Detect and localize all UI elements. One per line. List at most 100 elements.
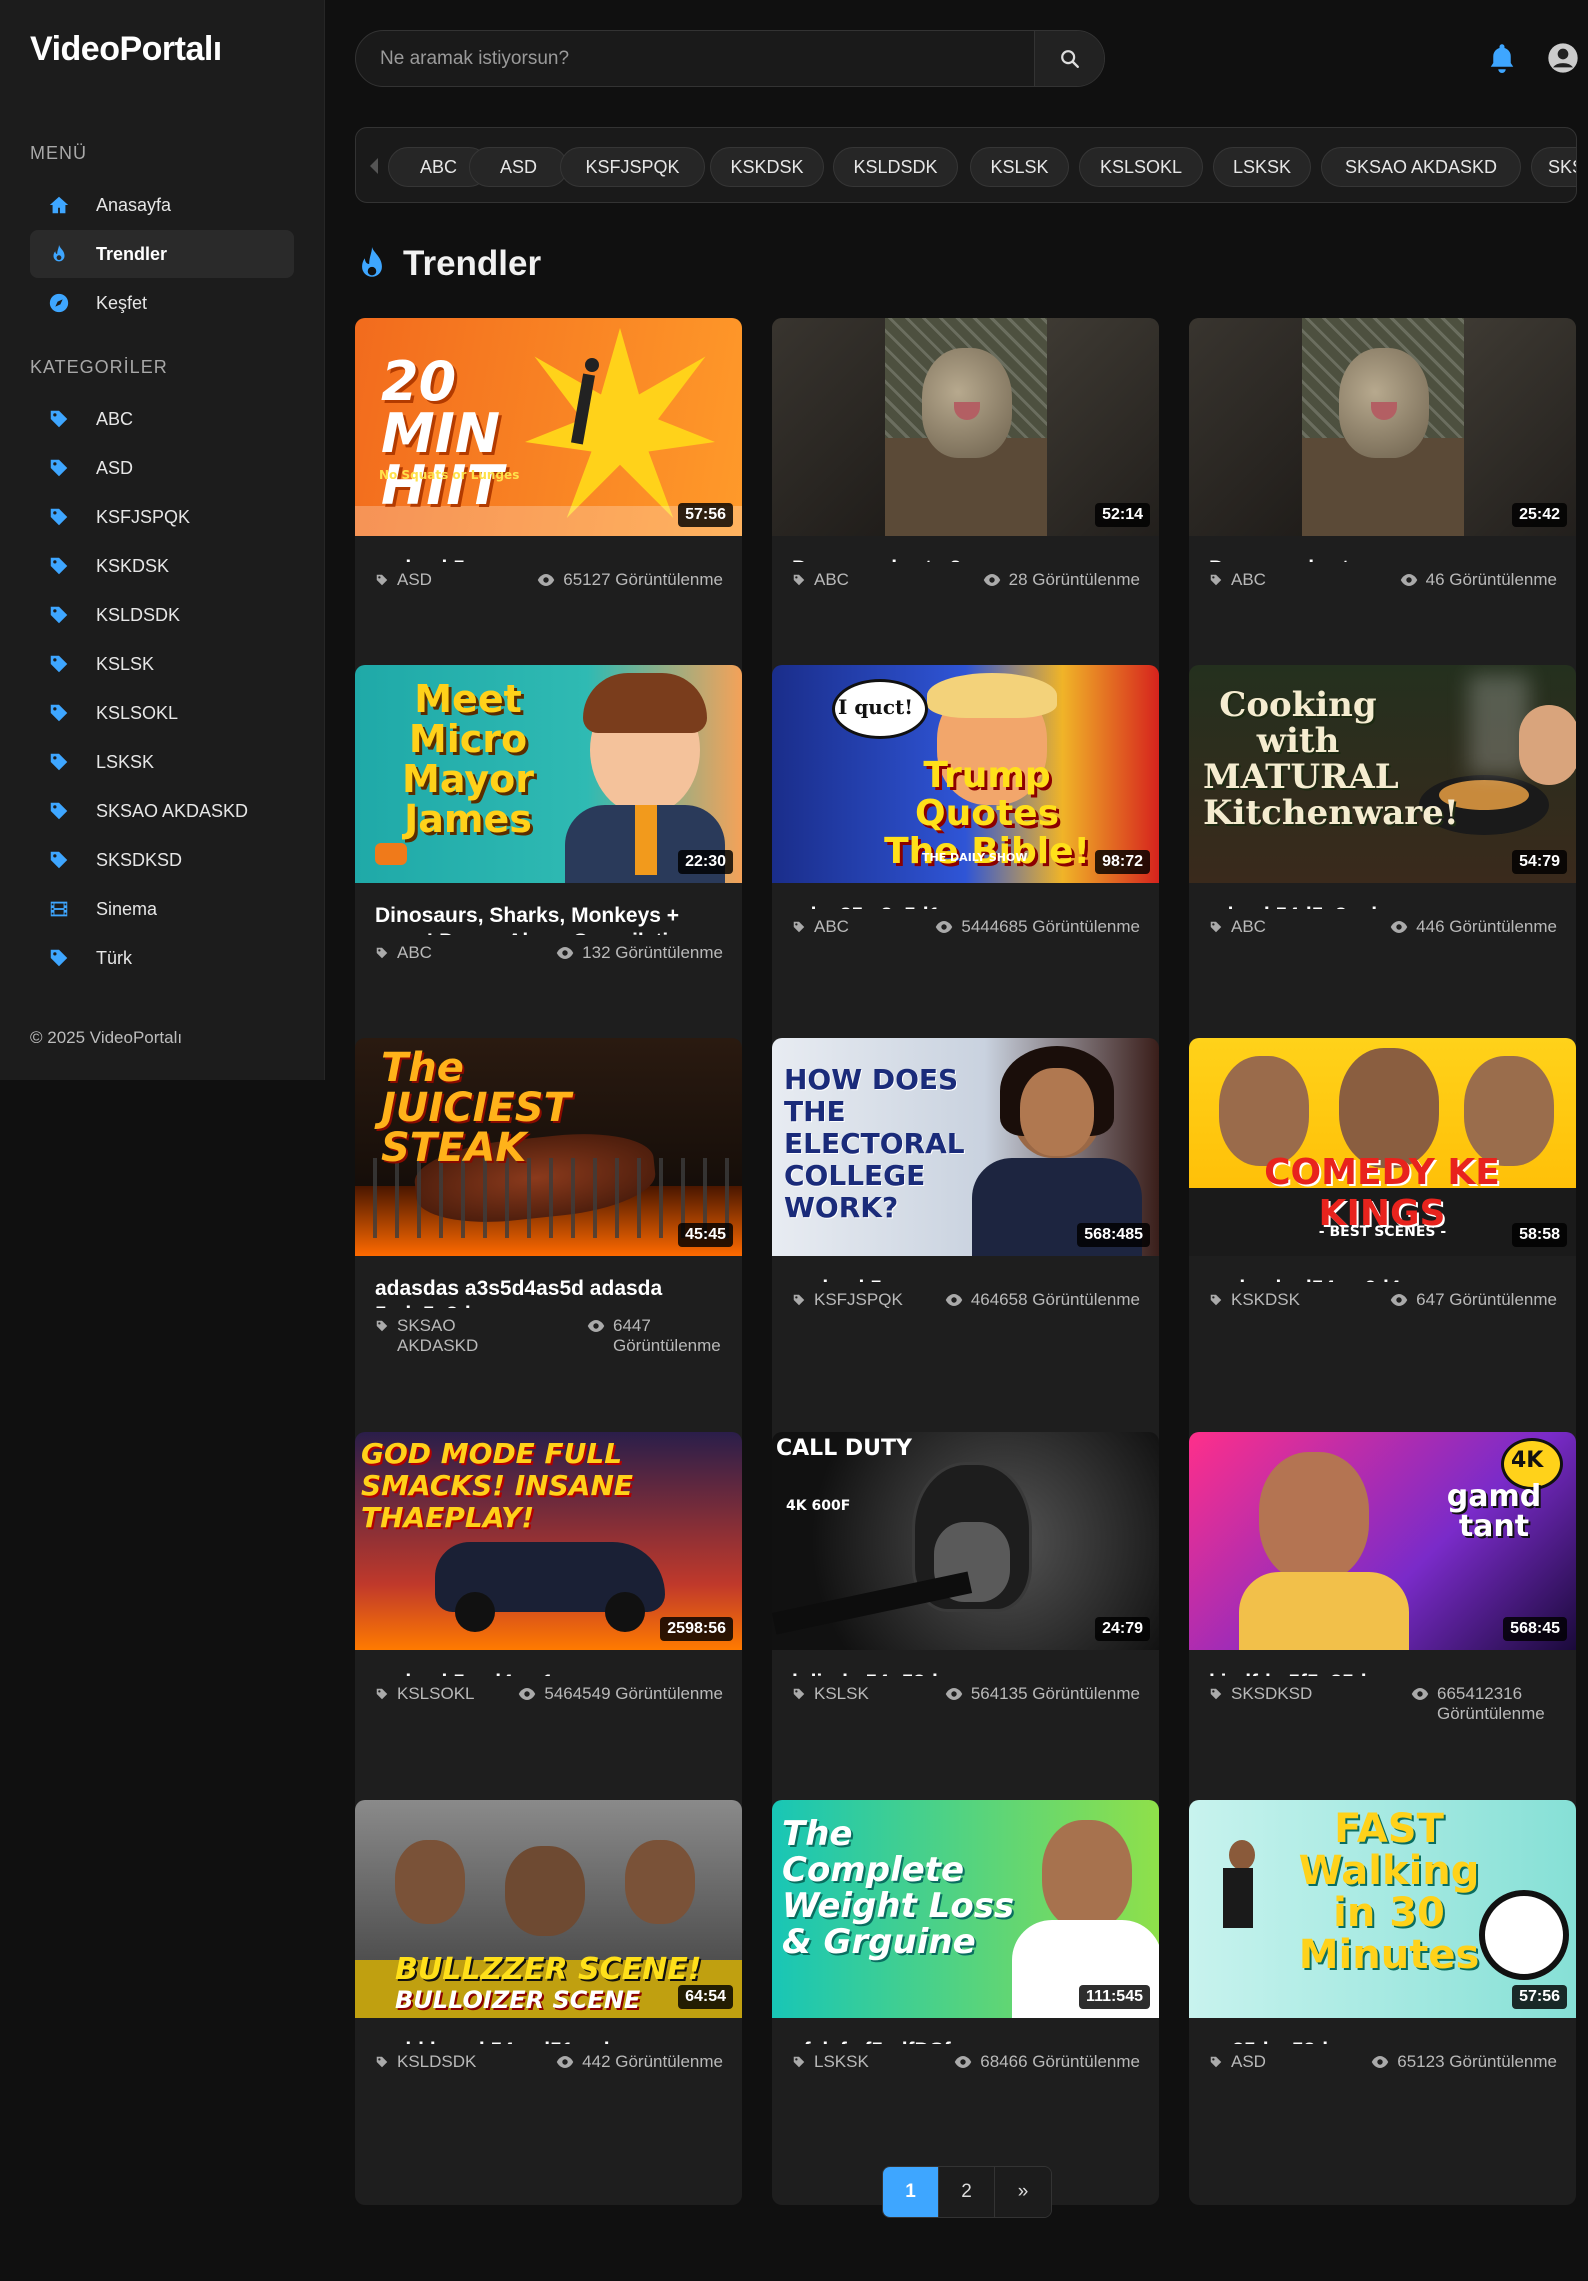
duration-badge: 568:45 — [1503, 1617, 1567, 1641]
video-thumbnail[interactable]: 20 MIN HIIT No Squats or Lunges 57:56 — [355, 318, 742, 536]
sidebar-item-anasayfa[interactable]: Anasayfa — [30, 181, 294, 229]
video-category[interactable]: ABC — [1209, 917, 1266, 937]
video-thumbnail[interactable]: The JUICIEST STEAK 45:45 — [355, 1038, 742, 1256]
sidebar-category-item[interactable]: KSKDSK — [30, 542, 294, 590]
categories-heading: KATEGORİLER — [30, 357, 168, 377]
user-avatar-icon[interactable] — [1547, 42, 1579, 74]
video-category[interactable]: KSLDSDK — [375, 2052, 476, 2072]
video-category[interactable]: LSKSK — [792, 2052, 869, 2072]
sidebar-item-trendler[interactable]: Trendler — [30, 230, 294, 278]
search-input[interactable] — [356, 31, 1034, 86]
video-thumbnail[interactable]: Cooking with MATURAL Kitchenware! 54:79 — [1189, 665, 1576, 883]
tag-icon — [50, 410, 68, 428]
video-category[interactable]: KSLSOKL — [375, 1684, 475, 1704]
brand-logo[interactable]: VideoPortalı — [30, 30, 222, 69]
sidebar-item-label: KSLSK — [96, 653, 155, 674]
video-category[interactable]: KSLSK — [792, 1684, 869, 1704]
sidebar-category-item[interactable]: KSFJSPQK — [30, 493, 294, 541]
thumbnail-text: FAST Walking in 30 Minutes — [1298, 1806, 1480, 1978]
video-card[interactable]: Meet Micro Mayor James 22:30 Dinosaurs, Sh… — [355, 665, 742, 1094]
video-thumbnail[interactable]: HOW DOES THE ELECTORAL COLLEGE WORK? 568:… — [772, 1038, 1159, 1256]
video-category[interactable]: ABC — [792, 570, 849, 590]
video-title[interactable]: Deneme shorts 2 — [772, 536, 1159, 562]
bell-icon[interactable] — [1487, 41, 1517, 75]
video-title[interactable]: as35das53d — [1189, 2018, 1576, 2044]
video-thumbnail[interactable]: The Complete Weight Loss & Grguine 111:54… — [772, 1800, 1159, 2018]
video-thumbnail[interactable]: 52:14 — [772, 318, 1159, 536]
video-title[interactable]: adasd 54d5a3s d — [1189, 883, 1576, 909]
sidebar-item-kesfet[interactable]: Keşfet — [30, 279, 294, 327]
video-title[interactable]: sfşlsf sf5sdfDSf — [772, 2018, 1159, 2044]
category-chip[interactable]: KSKDSK — [710, 147, 824, 187]
category-chip[interactable]: SKSAO AKDASKD — [1321, 147, 1521, 187]
video-title[interactable]: asdasd 5 — [355, 536, 742, 562]
video-title[interactable]: asdasd 5asd4as 1 — [355, 1650, 742, 1676]
search-button[interactable] — [1034, 31, 1104, 86]
video-thumbnail[interactable]: Meet Micro Mayor James 22:30 — [355, 665, 742, 883]
video-card[interactable]: The JUICIEST STEAK 45:45 adasdas a3s5d4as5… — [355, 1038, 742, 1480]
sidebar-category-item[interactable]: ASD — [30, 444, 294, 492]
category-chip[interactable]: KSFJSPQK — [560, 147, 705, 187]
video-thumbnail[interactable]: GOD MODE FULL SMACKS! INSANE THAEPLAY! 25… — [355, 1432, 742, 1650]
video-category[interactable]: ABC — [792, 917, 849, 937]
video-category[interactable]: SKSAO AKDASKD — [375, 1316, 507, 1356]
video-thumbnail[interactable]: COMEDY KE KINGS - BEST SCENES -58:58 — [1189, 1038, 1576, 1256]
category-chip[interactable]: SKSDKSD — [1531, 147, 1576, 187]
video-card[interactable]: 20 MIN HIITNo Squats or Lunges 57:56 asdas… — [355, 318, 742, 712]
video-thumbnail[interactable]: FAST Walking in 30 Minutes 57:56 — [1189, 1800, 1576, 2018]
video-title[interactable]: asdasd ad54as 6d4 — [1189, 1256, 1576, 1282]
video-title[interactable]: ıoahklasnd 54sad51asd — [355, 2018, 742, 2044]
sidebar-category-item[interactable]: KSLDSDK — [30, 591, 294, 639]
eye-icon — [587, 1320, 605, 1332]
video-card[interactable]: FAST Walking in 30 Minutes 57:56 as35das53… — [1189, 1800, 1576, 2205]
next-page-button[interactable]: » — [995, 2167, 1051, 2217]
sidebar-category-item[interactable]: Sinema — [30, 885, 294, 933]
sidebar-category-item[interactable]: Türk — [30, 934, 294, 982]
video-category[interactable]: ABC — [1209, 570, 1266, 590]
category-chip[interactable]: KSLSOKL — [1079, 147, 1203, 187]
video-title[interactable]: kdjgds 54g53ds — [772, 1650, 1159, 1676]
sidebar-item-label: SKSDKSD — [96, 849, 183, 870]
video-card[interactable]: BULLZZER SCENE!BULLOIZER SCENE 64:54 ıoahk… — [355, 1800, 742, 2205]
video-card[interactable]: 25:42 Deneme shorts ABC 46 Görüntülenme — [1189, 318, 1576, 712]
tag-icon — [50, 606, 68, 624]
video-title[interactable]: adasdas a3s5d4as5d adasda 5sda5s3d — [355, 1256, 742, 1308]
page-1-button[interactable]: 1 — [883, 2167, 939, 2217]
video-category[interactable]: ASD — [375, 570, 432, 590]
sidebar-category-item[interactable]: ABC — [30, 395, 294, 443]
video-thumbnail[interactable]: 4K gamd tant 568:45 — [1189, 1432, 1576, 1650]
video-thumbnail[interactable]: CALL DUTY 4K 600F 24:79 — [772, 1432, 1159, 1650]
sidebar-category-item[interactable]: SKSDKSD — [30, 836, 294, 884]
video-card[interactable]: I quct! Trump Quotes The Bible! THE DAILY … — [772, 665, 1159, 1094]
video-card[interactable]: Cooking with MATURAL Kitchenware! 54:79 ad… — [1189, 665, 1576, 1094]
video-category[interactable]: KSFJSPQK — [792, 1290, 903, 1310]
video-category[interactable]: SKSDKSD — [1209, 1684, 1312, 1704]
video-category-label: SKSDKSD — [1231, 1684, 1313, 1703]
sidebar-category-item[interactable]: KSLSOKL — [30, 689, 294, 737]
sidebar-category-item[interactable]: SKSAO AKDASKD — [30, 787, 294, 835]
video-category[interactable]: KSKDSK — [1209, 1290, 1300, 1310]
sidebar-item-label: ABC — [96, 408, 134, 429]
category-chip[interactable]: KSLDSDK — [833, 147, 958, 187]
sidebar-category-item[interactable]: LSKSK — [30, 738, 294, 786]
video-category[interactable]: ABC — [375, 943, 432, 963]
video-card[interactable]: COMEDY KE KINGS- BEST SCENES -58:58asdas… — [1189, 1038, 1576, 1480]
sidebar-category-item[interactable]: KSLSK — [30, 640, 294, 688]
category-chip[interactable]: KSLSK — [970, 147, 1069, 187]
video-card[interactable]: 52:14 Deneme shorts 2 ABC 28 Görüntülenme — [772, 318, 1159, 712]
page-2-button[interactable]: 2 — [939, 2167, 995, 2217]
video-thumbnail[interactable]: 25:42 — [1189, 318, 1576, 536]
video-card[interactable]: HOW DOES THE ELECTORAL COLLEGE WORK? 568:… — [772, 1038, 1159, 1480]
video-thumbnail[interactable]: I quct! Trump Quotes The Bible! THE DAILY … — [772, 665, 1159, 883]
category-chip[interactable]: LSKSK — [1213, 147, 1311, 187]
video-title[interactable]: kjsdfds 5f5s35d — [1189, 1650, 1576, 1676]
video-title[interactable]: Deneme shorts — [1189, 536, 1576, 562]
home-icon — [49, 196, 69, 214]
video-title[interactable]: Dinosaurs, Sharks, Monkeys + more! Dance… — [355, 883, 742, 935]
video-title[interactable]: asdasd 5 — [772, 1256, 1159, 1282]
video-card[interactable]: The Complete Weight Loss & Grguine 111:54… — [772, 1800, 1159, 2205]
category-chip[interactable]: ASD — [469, 147, 568, 187]
video-title[interactable]: adas35 a3s5d1 — [772, 883, 1159, 909]
video-thumbnail[interactable]: BULLZZER SCENE! BULLOIZER SCENE 64:54 — [355, 1800, 742, 2018]
video-category[interactable]: ASD — [1209, 2052, 1266, 2072]
